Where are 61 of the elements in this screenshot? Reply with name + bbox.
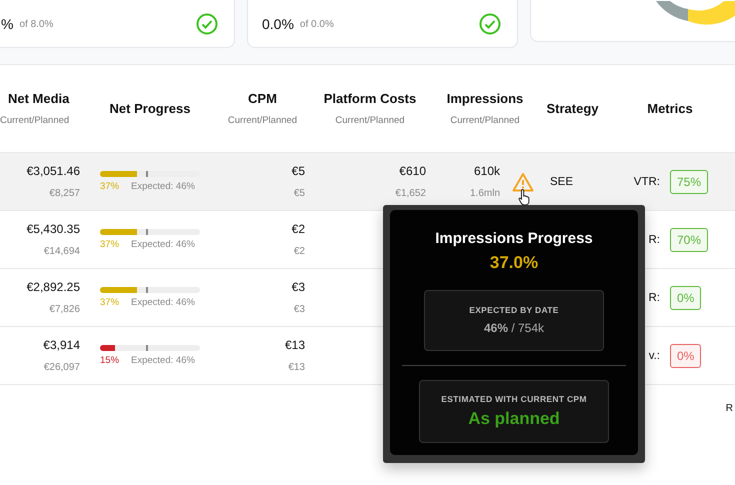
column-subheader: Current/Planned [228, 115, 298, 126]
panel-value: As planned [468, 409, 560, 429]
panel-value: 46% / 754k [484, 321, 544, 335]
tooltip-value: 37.0% [490, 253, 538, 273]
cpm-planned: €2 [294, 246, 305, 257]
tooltip-title: Impressions Progress [435, 230, 593, 247]
net-media-value: €2,892.25 [26, 280, 80, 294]
column-header: Strategy [546, 101, 599, 116]
strategy-value: SEE [550, 176, 574, 188]
platform-costs-planned: €1,652 [395, 188, 426, 199]
cpm-value: €3 [292, 280, 305, 294]
column-header: Platform Costs [324, 91, 416, 106]
net-media-planned: €7,826 [49, 304, 80, 315]
panel-heading: ESTIMATED WITH CURRENT CPM [441, 394, 587, 404]
column-header: CPM [248, 91, 277, 106]
cpm-planned: €3 [294, 304, 305, 315]
progress-percent: 37% [100, 297, 120, 308]
column-subheader: Current/Planned [450, 115, 520, 126]
stat-target: of 8.0% [19, 18, 54, 30]
metric-value: 0% [670, 286, 702, 310]
net-media-value: €3,914 [43, 338, 80, 352]
metric-label: v.: [648, 350, 660, 362]
column-header: Net Progress [110, 101, 190, 116]
text-fragment: R [726, 403, 733, 414]
cpm-value: €5 [292, 164, 305, 178]
metric-label: R: [648, 234, 660, 246]
cpm-value: €2 [292, 222, 305, 236]
net-media-value: €5,430.35 [26, 222, 80, 236]
hand-cursor-icon [518, 188, 532, 206]
metric-value: 0% [670, 344, 702, 368]
progress-percent: 37% [100, 239, 120, 250]
platform-costs-value: €610 [399, 164, 426, 178]
cpm-value: €13 [284, 338, 305, 352]
net-media-planned: €8,257 [49, 188, 80, 199]
panel-heading: EXPECTED BY DATE [469, 305, 559, 315]
column-subheader: Current/Planned [335, 115, 405, 126]
column-subheader: Current/Planned [0, 115, 70, 126]
column-header: Metrics [647, 101, 693, 116]
stat-value: % [1, 16, 14, 32]
progress-percent: 15% [100, 355, 120, 366]
expected-label: Expected: 46% [131, 239, 195, 250]
net-media-value: €3,051.46 [26, 164, 80, 178]
net-media-planned: €26,097 [44, 362, 80, 373]
expected-label: Expected: 46% [131, 355, 195, 366]
progress-percent: 37% [100, 181, 120, 192]
column-header: Net Media [8, 91, 70, 106]
cpm-planned: €5 [294, 188, 305, 199]
stat-target: of 0.0% [300, 18, 334, 30]
metric-value: 70% [670, 228, 708, 252]
metric-value: 75% [670, 170, 708, 194]
metric-label: R: [648, 292, 660, 304]
expected-label: Expected: 46% [131, 297, 195, 308]
impressions-value: 610k [474, 164, 500, 178]
warning-icon[interactable] [512, 172, 534, 192]
cpm-planned: €13 [288, 362, 305, 373]
metric-label: VTR: [632, 176, 660, 188]
impressions-planned: 1.6mln [470, 188, 500, 199]
stat-value: 0.0% [262, 16, 294, 32]
expected-label: Expected: 46% [131, 181, 195, 192]
column-header: Impressions [446, 91, 524, 106]
net-media-planned: €14,694 [44, 246, 80, 257]
